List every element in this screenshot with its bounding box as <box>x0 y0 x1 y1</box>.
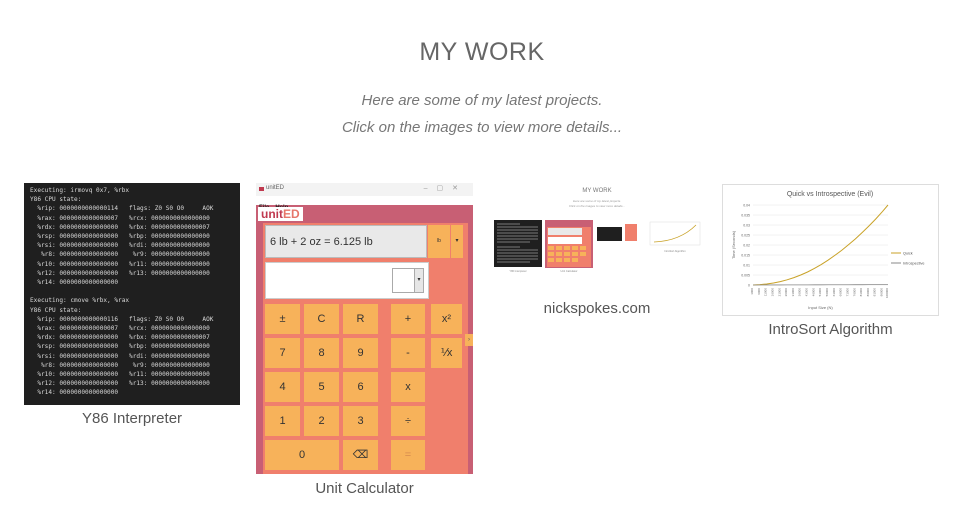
chart-legend-label: Quick <box>903 251 913 255</box>
chart-xtick-label: 81000 <box>859 288 863 297</box>
chart-xtick-label: 31000 <box>791 288 795 297</box>
chevron-right-icon: › <box>465 334 473 346</box>
chart-xtick-label: 76000 <box>852 288 856 297</box>
calc-unit-select: ▾ <box>392 268 424 293</box>
calc-key: R <box>343 304 378 334</box>
calc-key: x <box>391 372 425 402</box>
chart-xtick-label: 11000 <box>764 288 768 296</box>
calc-key: 1 <box>265 406 300 436</box>
calc-display: 6 lb + 2 oz = 6.125 lb <box>265 225 427 258</box>
calc-key: ⅟x <box>431 338 462 368</box>
chevron-down-icon: ▾ <box>451 225 463 258</box>
chart-legend-label: Introspective <box>903 261 925 265</box>
calc-key: 0 <box>265 440 339 470</box>
calc-key: x² <box>431 304 462 334</box>
project-website-caption[interactable]: nickspokes.com <box>490 300 704 317</box>
chart-xtick-label: 16000 <box>770 288 774 297</box>
calc-menubar: FileHelp <box>256 196 473 211</box>
mini-caption-1: Y86 Interpreter <box>509 269 526 273</box>
calc-key: 7 <box>265 338 300 368</box>
project-y86-caption[interactable]: Y86 Interpreter <box>24 410 240 427</box>
chart-xtick-label: 41000 <box>805 288 809 297</box>
chart-xtick-label: 86000 <box>866 288 870 297</box>
chart-xlabel: Input Size (N) <box>808 305 833 310</box>
calc-key: 8 <box>304 338 339 368</box>
calc-key: ÷ <box>391 406 425 436</box>
calc-titlebar: unitED –▢✕ <box>256 183 473 196</box>
calc-key: ± <box>265 304 300 334</box>
project-y86-image[interactable]: Executing: irmovq 0x7, %rbx Y86 CPU stat… <box>24 183 240 405</box>
project-introsort-caption[interactable]: IntroSort Algorithm <box>722 321 939 338</box>
chart-xtick-label: 61000 <box>832 288 836 297</box>
chart-ytick-label: 0.01 <box>743 264 750 268</box>
chart-xtick-label: 46000 <box>811 288 815 297</box>
calc-key: C <box>304 304 339 334</box>
project-website-image[interactable]: MY WORK Here are some of my latest proje… <box>490 183 704 274</box>
intro-line-2: Click on the images to view more details… <box>341 119 623 136</box>
website-thumbnail: MY WORK Here are some of my latest proje… <box>494 188 701 273</box>
chart-xtick-label: 100000 <box>885 288 889 298</box>
chart-xtick-label: 91000 <box>873 288 877 297</box>
chart-ytick-label: 0.015 <box>741 254 750 258</box>
chart-ytick-label: 0.005 <box>741 274 750 278</box>
chart-ytick-label: 0.04 <box>743 204 750 208</box>
mini-heading: MY WORK <box>582 188 611 194</box>
calc-unit-button: lb <box>428 225 450 258</box>
chart-title: Quick vs Introspective (Evil) <box>787 191 873 198</box>
chart-xtick-label: 21000 <box>777 288 781 297</box>
chart-xtick-label: 36000 <box>798 288 802 297</box>
calc-key: + <box>391 304 425 334</box>
terminal-output: Executing: irmovq 0x7, %rbx Y86 CPU stat… <box>30 187 214 397</box>
chart-xtick-label: 1000 <box>750 288 754 295</box>
calc-key: 9 <box>343 338 378 368</box>
mini-subtitle-2: Click on the images to view more details… <box>569 204 625 208</box>
intro-line-1: Here are some of my latest projects. <box>361 92 603 109</box>
chart-xtick-label: 51000 <box>818 288 822 297</box>
chart-xtick-label: 26000 <box>784 288 788 297</box>
chart-ytick-label: 0.035 <box>741 214 750 218</box>
chevron-down-icon: ▾ <box>414 269 423 292</box>
calc-key: ⌫ <box>343 440 378 470</box>
app-icon <box>259 187 264 191</box>
calc-key: 3 <box>343 406 378 436</box>
calc-key: 5 <box>304 372 339 402</box>
chart-xtick-label: 66000 <box>839 288 843 297</box>
mini-caption-2: Unit Calculator <box>560 269 577 273</box>
calc-window-title: unitED <box>266 185 285 191</box>
calc-key: 4 <box>265 372 300 402</box>
calc-key: 6 <box>343 372 378 402</box>
project-calculator-caption[interactable]: Unit Calculator <box>256 480 473 497</box>
calc-key: 2 <box>304 406 339 436</box>
calc-key: - <box>391 338 425 368</box>
page-title: MY WORK <box>419 38 545 66</box>
chart-xtick-label: 96000 <box>880 288 884 297</box>
chart-ytick-label: 0 <box>748 284 750 288</box>
chart-xtick-label: 56000 <box>825 288 829 297</box>
mini-subtitle-1: Here are some of my latest projects. <box>573 199 621 203</box>
chart-ytick-label: 0.02 <box>743 244 750 248</box>
calc-key: = <box>391 440 425 470</box>
mini-caption-3: IntroSort Algorithm <box>664 249 685 253</box>
project-introsort-image[interactable]: Quick vs Introspective (Evil) 0.04 0.035 0.… <box>722 184 939 316</box>
chart-ytick-label: 0.03 <box>743 224 750 228</box>
mini-terminal-small <box>597 227 622 241</box>
chart-ylabel: Time (Seconds) <box>731 230 736 259</box>
calc-logo: unitED <box>258 207 303 221</box>
project-calculator-image[interactable]: unitED –▢✕ FileHelp unitED 6 lb + 2 oz =… <box>256 183 473 474</box>
introsort-chart: Quick vs Introspective (Evil) 0.04 0.035 0.… <box>731 191 925 310</box>
chart-xtick-label: 71000 <box>845 288 849 297</box>
mini-calculator-small <box>625 224 637 241</box>
window-controls-icon: –▢✕ <box>423 185 467 192</box>
chart-ytick-label: 0.025 <box>741 234 750 238</box>
chart-xtick-label: 6000 <box>757 288 761 295</box>
